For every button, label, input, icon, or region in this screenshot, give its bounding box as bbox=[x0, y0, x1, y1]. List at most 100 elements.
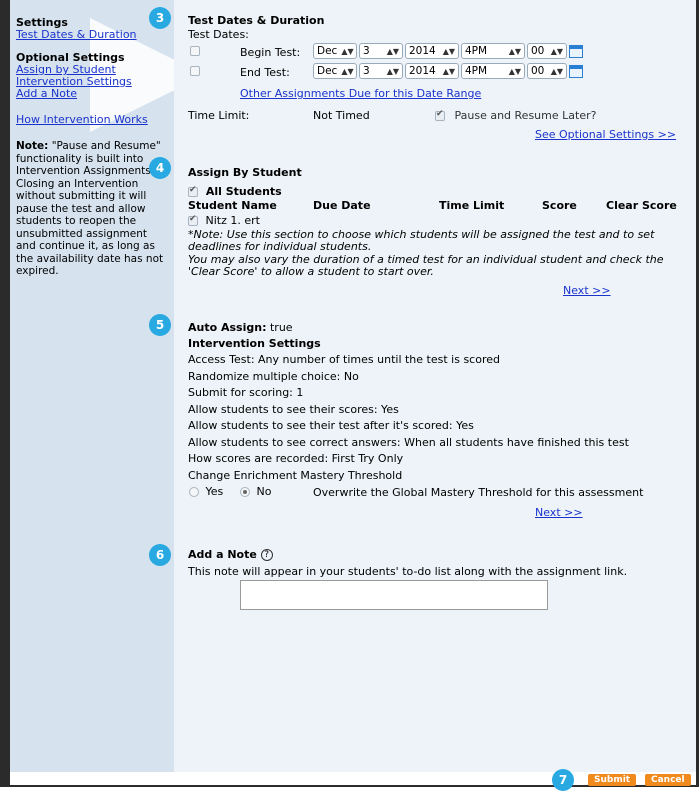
col-time-limit: Time Limit bbox=[439, 199, 505, 212]
other-assignments-link[interactable]: Other Assignments Due for this Date Rang… bbox=[240, 87, 481, 100]
submit-button[interactable]: Submit bbox=[588, 774, 637, 786]
end-year-select[interactable]: 2014 ▲▼ bbox=[405, 63, 459, 79]
calendar-icon[interactable] bbox=[569, 64, 583, 78]
radio-no[interactable] bbox=[240, 487, 250, 497]
help-icon[interactable]: ? bbox=[260, 549, 273, 561]
all-students-checkbox[interactable] bbox=[188, 185, 198, 197]
pause-resume-checkbox[interactable] bbox=[435, 109, 445, 121]
cancel-button[interactable]: Cancel bbox=[645, 774, 691, 786]
section-title-assign: Assign By Student bbox=[188, 166, 302, 179]
radio-no-label: No bbox=[256, 485, 272, 498]
begin-test-checkbox[interactable] bbox=[190, 46, 200, 56]
auto-assign-label: Auto Assign: bbox=[188, 321, 267, 334]
end-day-value: 3 bbox=[363, 65, 370, 77]
end-hour-select[interactable]: 4PM ▲▼ bbox=[461, 63, 525, 79]
radio-yes-label: Yes bbox=[205, 485, 224, 498]
begin-hour-select[interactable]: 4PM ▲▼ bbox=[461, 43, 525, 59]
begin-month-select[interactable]: Dec ▲▼ bbox=[313, 43, 357, 59]
begin-hour-value: 4PM bbox=[465, 45, 488, 57]
end-month-select[interactable]: Dec ▲▼ bbox=[313, 63, 357, 79]
student-checkbox[interactable] bbox=[188, 214, 198, 226]
sidebar-link-how-intervention-works[interactable]: How Intervention Works bbox=[16, 114, 168, 126]
begin-minute-value: 00 bbox=[531, 45, 545, 57]
student-row: Nitz 1. ert bbox=[188, 214, 260, 227]
sidebar-note-body: "Pause and Resume" functionality is buil… bbox=[16, 140, 164, 277]
intervention-line: Change Enrichment Mastery Threshold bbox=[188, 468, 403, 482]
intervention-next-link[interactable]: Next >> bbox=[535, 506, 583, 519]
step-badge-3: 3 bbox=[149, 7, 171, 29]
end-test-row bbox=[190, 64, 200, 77]
pause-resume-row: Pause and Resume Later? bbox=[435, 109, 596, 122]
col-due-date: Due Date bbox=[313, 199, 371, 212]
optional-settings-link[interactable]: See Optional Settings >> bbox=[535, 128, 676, 141]
intervention-line: Allow students to see correct answers: W… bbox=[188, 435, 629, 449]
sidebar-link-add-note[interactable]: Add a Note bbox=[16, 88, 168, 100]
student-name: Nitz 1. ert bbox=[205, 214, 260, 227]
begin-test-row bbox=[190, 44, 200, 57]
intervention-line: Submit for scoring: 1 bbox=[188, 386, 304, 399]
test-dates-label: Test Dates: bbox=[188, 28, 249, 41]
chevron-down-icon: ▲▼ bbox=[341, 46, 354, 56]
chevron-down-icon: ▲▼ bbox=[550, 66, 563, 76]
window-left-border bbox=[0, 0, 10, 787]
step-badge-7: 7 bbox=[552, 769, 574, 791]
time-limit-value: Not Timed bbox=[313, 109, 370, 122]
auto-assign-value: true bbox=[269, 321, 293, 334]
col-student-name: Student Name bbox=[188, 199, 277, 212]
end-test-checkbox[interactable] bbox=[190, 66, 200, 76]
end-minute-select[interactable]: 00 ▲▼ bbox=[527, 63, 567, 79]
chevron-down-icon: ▲▼ bbox=[341, 66, 354, 76]
overwrite-threshold-label: Overwrite the Global Mastery Threshold f… bbox=[313, 486, 644, 499]
begin-year-select[interactable]: 2014 ▲▼ bbox=[405, 43, 459, 59]
step-badge-4: 4 bbox=[149, 157, 171, 179]
assign-next-link[interactable]: Next >> bbox=[563, 284, 611, 297]
begin-month-value: Dec bbox=[317, 45, 338, 57]
assign-note-1: *Note: Use this section to choose which … bbox=[188, 228, 655, 253]
begin-test-label: Begin Test: bbox=[240, 46, 301, 59]
col-score: Score bbox=[542, 199, 577, 212]
step-badge-6: 6 bbox=[149, 544, 171, 566]
end-day-select[interactable]: 3 ▲▼ bbox=[359, 63, 403, 79]
chevron-down-icon: ▲▼ bbox=[442, 46, 455, 56]
auto-assign-row: Auto Assign: true bbox=[188, 321, 293, 334]
chevron-down-icon: ▲▼ bbox=[508, 66, 521, 76]
end-minute-value: 00 bbox=[531, 65, 545, 77]
begin-day-select[interactable]: 3 ▲▼ bbox=[359, 43, 403, 59]
mastery-threshold-row: Yes bbox=[189, 485, 223, 498]
chevron-down-icon: ▲▼ bbox=[508, 46, 521, 56]
end-year-value: 2014 bbox=[409, 65, 436, 77]
calendar-icon[interactable] bbox=[569, 44, 583, 58]
mastery-threshold-no: No bbox=[240, 485, 271, 498]
pause-resume-label: Pause and Resume Later? bbox=[454, 109, 597, 122]
all-students-label: All Students bbox=[205, 185, 282, 198]
note-textarea[interactable] bbox=[240, 580, 548, 610]
section-title-intervention: Intervention Settings bbox=[188, 337, 321, 350]
end-hour-value: 4PM bbox=[465, 65, 488, 77]
sidebar: Settings Test Dates & Duration Optional … bbox=[10, 0, 205, 772]
section-title-test-dates: Test Dates & Duration bbox=[188, 14, 325, 27]
note-description: This note will appear in your students' … bbox=[188, 565, 628, 578]
end-test-selects: Dec ▲▼ 3 ▲▼ 2014 ▲▼ 4PM ▲▼ 00 ▲▼ bbox=[313, 63, 583, 79]
intervention-settings-list: Access Test: Any number of times until t… bbox=[188, 352, 629, 484]
begin-test-selects: Dec ▲▼ 3 ▲▼ 2014 ▲▼ 4PM ▲▼ 00 ▲▼ bbox=[313, 43, 583, 59]
time-limit-label: Time Limit: bbox=[188, 109, 250, 122]
intervention-line: How scores are recorded: First Try Only bbox=[188, 452, 404, 465]
begin-day-value: 3 bbox=[363, 45, 370, 57]
chevron-down-icon: ▲▼ bbox=[550, 46, 563, 56]
intervention-line: Allow students to see their scores: Yes bbox=[188, 402, 399, 416]
intervention-line: Allow students to see their test after i… bbox=[188, 419, 474, 432]
assign-note-2: You may also vary the duration of a time… bbox=[188, 253, 664, 278]
begin-minute-select[interactable]: 00 ▲▼ bbox=[527, 43, 567, 59]
chevron-down-icon: ▲▼ bbox=[386, 66, 399, 76]
chevron-down-icon: ▲▼ bbox=[442, 66, 455, 76]
section-title-note: Add a Note ? bbox=[188, 548, 273, 561]
sidebar-note-label: Note: bbox=[16, 140, 49, 152]
sidebar-note: Note: "Pause and Resume" functionality i… bbox=[16, 140, 168, 278]
note-title: Add a Note bbox=[188, 548, 257, 561]
intervention-line: Access Test: Any number of times until t… bbox=[188, 353, 500, 366]
begin-year-value: 2014 bbox=[409, 45, 436, 57]
sidebar-link-test-dates[interactable]: Test Dates & Duration bbox=[16, 29, 168, 41]
end-test-label: End Test: bbox=[240, 66, 290, 79]
radio-yes[interactable] bbox=[189, 487, 199, 497]
end-month-value: Dec bbox=[317, 65, 338, 77]
